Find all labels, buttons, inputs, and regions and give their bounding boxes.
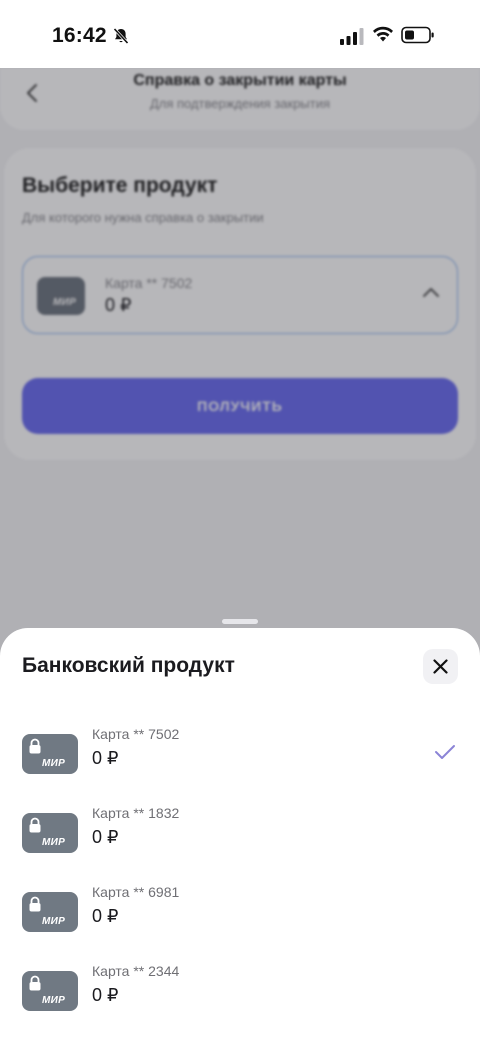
lock-icon — [29, 738, 41, 754]
lock-icon — [29, 896, 41, 912]
card-name: Карта ** 6981 — [92, 884, 180, 900]
close-icon — [433, 659, 448, 674]
card-balance: 0 ₽ — [92, 827, 119, 847]
mir-logo: МИР — [42, 995, 66, 1006]
checkmark-icon — [435, 745, 455, 759]
bottom-sheet: Банковский продукт МИР Карта ** 7502 0 ₽… — [0, 628, 480, 1043]
product-item[interactable]: МИР Карта ** 6981 0 ₽ — [0, 872, 480, 946]
product-item[interactable]: МИР Карта ** 2344 0 ₽ — [0, 951, 480, 1025]
card-thumbnail: МИР — [22, 892, 78, 932]
sheet-title: Банковский продукт — [22, 654, 235, 677]
mir-logo: МИР — [42, 837, 66, 848]
status-time: 16:42 — [52, 24, 107, 47]
card-thumbnail: МИР — [22, 734, 78, 774]
mir-logo: МИР — [42, 916, 66, 927]
card-name: Карта ** 2344 — [92, 963, 180, 979]
status-bar: 16:42 — [0, 0, 480, 68]
close-button[interactable] — [423, 649, 458, 684]
card-thumbnail: МИР — [22, 813, 78, 853]
card-name: Карта ** 1832 — [92, 805, 180, 821]
wifi-icon — [373, 26, 393, 42]
sheet-drag-handle[interactable] — [222, 619, 258, 624]
card-balance: 0 ₽ — [92, 985, 119, 1005]
card-balance: 0 ₽ — [92, 748, 119, 768]
lock-icon — [29, 975, 41, 991]
product-item[interactable]: МИР Карта ** 1832 0 ₽ — [0, 793, 480, 867]
card-name: Карта ** 7502 — [92, 726, 180, 742]
battery-icon — [401, 26, 434, 44]
card-thumbnail: МИР — [22, 971, 78, 1011]
product-item[interactable]: МИР Карта ** 7502 0 ₽ — [0, 714, 480, 788]
mir-logo: МИР — [42, 758, 66, 769]
cellular-signal-icon — [340, 28, 364, 45]
bell-muted-icon — [113, 27, 129, 45]
lock-icon — [29, 817, 41, 833]
card-balance: 0 ₽ — [92, 906, 119, 926]
